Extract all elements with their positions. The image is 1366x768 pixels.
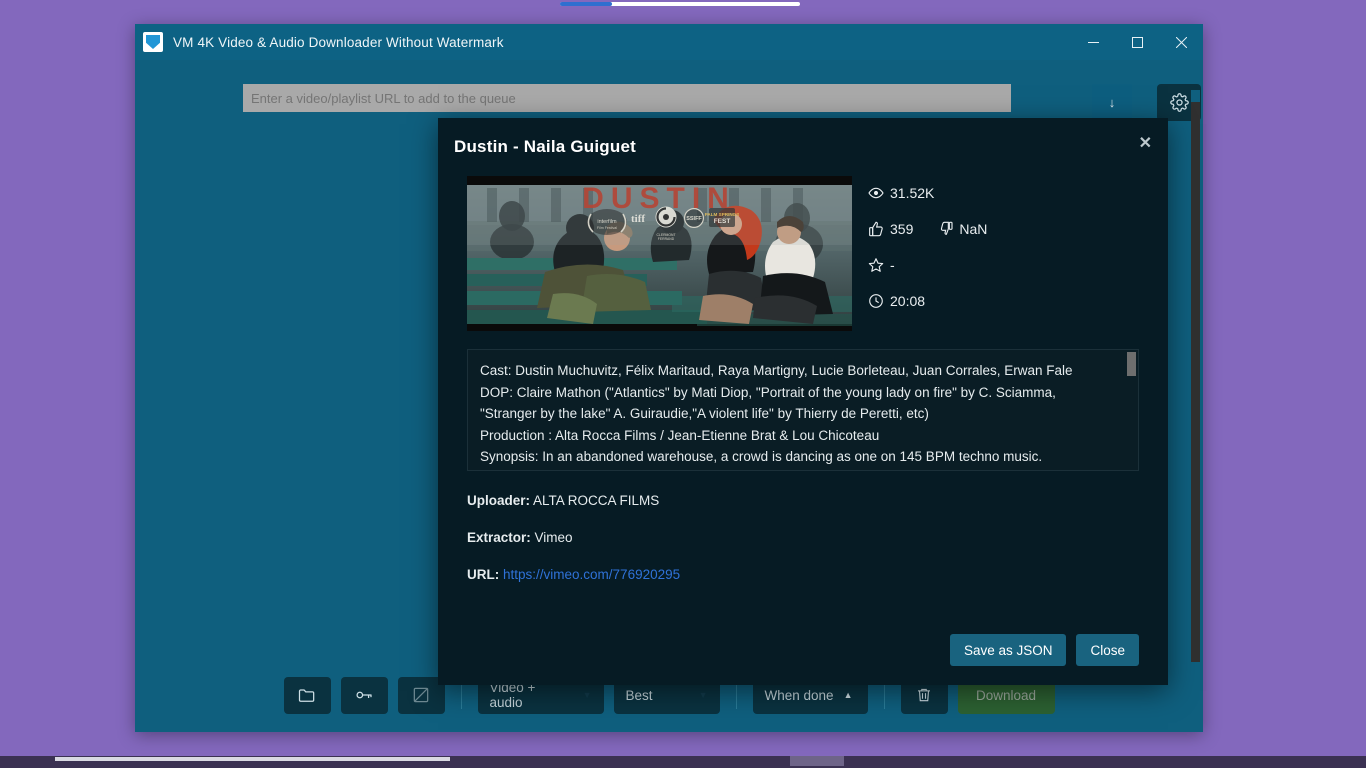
download-button-label: Download — [975, 687, 1037, 703]
dislikes-value: NaN — [959, 221, 988, 237]
url-row-meta: URL: https://vimeo.com/776920295 — [467, 567, 1139, 582]
queue-scrollbar-thumb[interactable] — [1191, 102, 1200, 662]
gear-icon — [1169, 93, 1189, 112]
svg-text:SSIFF: SSIFF — [686, 216, 702, 222]
description-scrollbar-thumb[interactable] — [1127, 352, 1136, 376]
likes-dislikes-stat: 359 NaN — [868, 218, 1139, 240]
uploader-label: Uploader: — [467, 493, 531, 508]
dialog-close-action-button[interactable]: Close — [1076, 634, 1139, 666]
close-icon[interactable] — [1159, 24, 1203, 60]
media-row: DUSTIN interfilm Film Festival tiff CLER… — [467, 176, 1139, 331]
desktop-taskbar[interactable] — [0, 756, 1366, 768]
extractor-row: Extractor: Vimeo — [467, 530, 1139, 545]
svg-text:tiff: tiff — [631, 213, 645, 225]
desktop-progress-bar — [560, 2, 800, 6]
save-as-json-button[interactable]: Save as JSON — [949, 634, 1067, 666]
toolbar-divider — [883, 681, 885, 709]
open-folder-button[interactable] — [283, 676, 331, 714]
title-bar[interactable]: VM 4K Video & Audio Downloader Without W… — [135, 24, 1203, 60]
taskbar-segment-light — [55, 757, 450, 761]
video-thumbnail: DUSTIN interfilm Film Festival tiff CLER… — [467, 176, 852, 331]
duration-stat: 20:08 — [868, 290, 1139, 312]
folder-icon — [298, 689, 315, 702]
description-box[interactable]: Cast: Dustin Muchuvitz, Félix Maritaud, … — [467, 349, 1139, 471]
dialog-title: Dustin - Naila Guiguet — [454, 137, 636, 156]
taskbar-segment-dark — [790, 756, 844, 766]
svg-text:CLERMONT: CLERMONT — [656, 233, 675, 237]
extractor-value: Vimeo — [534, 530, 573, 545]
clock-icon — [868, 293, 888, 309]
dislikes-group: NaN — [939, 221, 987, 237]
likes-value: 359 — [890, 221, 914, 237]
views-value: 31.52K — [890, 185, 935, 201]
application-window: VM 4K Video & Audio Downloader Without W… — [135, 24, 1203, 732]
desktop-progress-fill — [560, 2, 612, 6]
svg-text:FEST: FEST — [714, 218, 731, 225]
svg-text:PALM SPRINGS: PALM SPRINGS — [705, 212, 740, 217]
minimize-icon[interactable] — [1071, 24, 1115, 60]
uploader-value: ALTA ROCCA FILMS — [533, 493, 660, 508]
svg-text:interfilm: interfilm — [597, 219, 617, 225]
thumbnail-artwork: DUSTIN interfilm Film Festival tiff CLER… — [467, 176, 852, 331]
window-controls — [1071, 24, 1203, 60]
quality-select-label: Best — [625, 687, 653, 703]
trash-icon — [918, 688, 930, 702]
when-done-select-label: When done — [764, 687, 834, 703]
window-title: VM 4K Video & Audio Downloader Without W… — [173, 34, 504, 50]
video-info-dialog: Dustin - Naila Guiguet ✕ DUSTIN interfil… — [438, 118, 1168, 685]
chevron-down-icon: ▼ — [698, 689, 708, 700]
dialog-footer: Save as JSON Close — [438, 615, 1168, 685]
app-logo-icon — [143, 32, 163, 52]
key-icon — [356, 691, 372, 699]
extractor-label: Extractor: — [467, 530, 531, 545]
url-input[interactable] — [243, 84, 1011, 112]
chevron-up-icon: ▲ — [843, 689, 853, 700]
url-label: URL: — [467, 567, 500, 582]
svg-text:DUSTIN: DUSTIN — [582, 182, 736, 215]
dialog-body: DUSTIN interfilm Film Festival tiff CLER… — [438, 176, 1168, 615]
toolbar-divider — [460, 681, 462, 709]
chevron-down-icon: ▼ — [582, 689, 592, 700]
paste-url-button[interactable]: ↓ — [1092, 84, 1132, 121]
star-icon — [868, 257, 888, 273]
description-scrollbar[interactable] — [1127, 352, 1136, 468]
svg-text:FERRAND: FERRAND — [658, 237, 675, 241]
uploader-row: Uploader: ALTA ROCCA FILMS — [467, 493, 1139, 508]
eye-icon — [868, 185, 888, 201]
dialog-close-button[interactable]: ✕ — [1139, 136, 1152, 152]
description-text: Cast: Dustin Muchuvitz, Félix Maritaud, … — [480, 363, 1073, 464]
rating-stat: - — [868, 254, 1139, 276]
toolbar-divider — [735, 681, 737, 709]
dialog-header: Dustin - Naila Guiguet ✕ — [438, 118, 1168, 176]
views-stat: 31.52K — [868, 182, 1139, 204]
url-link[interactable]: https://vimeo.com/776920295 — [503, 567, 680, 582]
duration-value: 20:08 — [890, 293, 926, 309]
thumbs-up-icon — [868, 221, 888, 237]
edit-note-icon — [413, 687, 429, 703]
maximize-icon[interactable] — [1115, 24, 1159, 60]
queue-scrollbar[interactable] — [1191, 90, 1200, 682]
cookies-key-button[interactable] — [340, 676, 388, 714]
rating-value: - — [890, 257, 895, 273]
svg-text:Film Festival: Film Festival — [597, 226, 617, 230]
thumbs-down-icon — [939, 221, 959, 237]
video-stats: 31.52K 359 NaN - 20:08 — [852, 176, 1139, 331]
